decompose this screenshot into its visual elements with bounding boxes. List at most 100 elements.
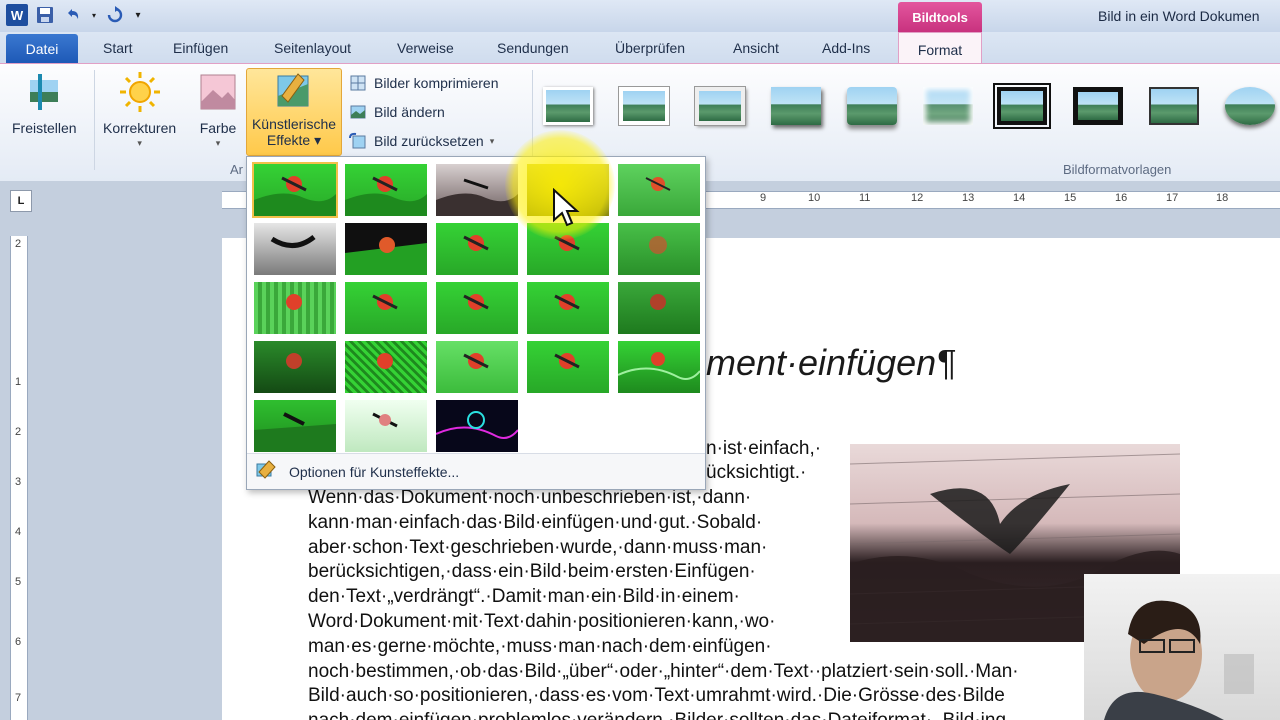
bilder-komprimieren-label: Bilder komprimieren xyxy=(374,75,499,91)
ruler-number: 14 xyxy=(1013,192,1026,204)
effect-leuchten-thumb[interactable] xyxy=(436,341,518,393)
kuenstlerische-label-1: Künstlerische xyxy=(251,116,337,132)
bild-zuruecksetzen-button[interactable]: Bild zurücksetzen ▾ xyxy=(348,131,494,151)
ribbon-separator xyxy=(94,70,95,170)
effect-folie-thumb[interactable] xyxy=(618,341,700,393)
effect-markierung-thumb[interactable] xyxy=(345,164,427,216)
quick-access-toolbar: W ▾ ▾ xyxy=(6,4,144,26)
effect-pastell-thumb[interactable] xyxy=(527,282,609,334)
artistic-options-icon xyxy=(255,460,277,483)
picture-style-thumb[interactable] xyxy=(921,84,975,128)
tab-add-ins[interactable]: Add-Ins xyxy=(822,40,870,56)
window-title: Bild in ein Word Dokumen xyxy=(1098,8,1260,24)
ruler-number: 13 xyxy=(962,192,975,204)
tab-ansicht[interactable]: Ansicht xyxy=(733,40,779,56)
picture-style-thumb[interactable] xyxy=(1223,84,1277,128)
korrekturen-label: Korrekturen xyxy=(103,120,177,136)
ruler-number: 15 xyxy=(1064,192,1077,204)
picture-style-thumb[interactable] xyxy=(1147,84,1201,128)
picture-style-thumb[interactable] xyxy=(1071,84,1125,128)
bilder-komprimieren-button[interactable]: Bilder komprimieren xyxy=(348,73,498,93)
picture-style-thumb[interactable] xyxy=(993,83,1051,129)
vertical-ruler[interactable]: 2 1 2 3 4 5 6 7 xyxy=(10,236,28,720)
ruler-number: 3 xyxy=(15,476,22,488)
freistellen-icon xyxy=(22,70,66,114)
effect-schwarz-thumb[interactable] xyxy=(345,223,427,275)
tab-einfuegen[interactable]: Einfügen xyxy=(173,40,228,56)
bild-aendern-button[interactable]: Bild ändern xyxy=(348,102,445,122)
tab-start[interactable]: Start xyxy=(103,40,133,56)
picture-style-thumb[interactable] xyxy=(541,84,595,128)
effect-plastik-thumb[interactable] xyxy=(618,282,700,334)
effect-zement-thumb[interactable] xyxy=(345,341,427,393)
effect-textur-thumb[interactable] xyxy=(254,341,336,393)
tab-verweise[interactable]: Verweise xyxy=(397,40,454,56)
redo-icon[interactable] xyxy=(104,4,126,26)
ruler-number: 18 xyxy=(1216,192,1229,204)
kuenstlerische-label-2: Effekte ▾ xyxy=(266,132,322,148)
customize-qat-icon[interactable]: ▾ xyxy=(132,4,144,26)
mouse-cursor-icon xyxy=(552,187,580,231)
ruler-number: 5 xyxy=(15,576,22,588)
kunsteffekte-options-button[interactable]: Optionen für Kunsteffekte... xyxy=(247,453,705,489)
compress-icon xyxy=(348,73,368,93)
picture-style-thumb[interactable] xyxy=(693,84,747,128)
chevron-down-icon: ▾ xyxy=(215,138,221,148)
effect-kreide-thumb[interactable] xyxy=(618,164,700,216)
tab-datei[interactable]: Datei xyxy=(6,34,78,64)
kuenstlerische-effekte-content[interactable]: Künstlerische Effekte ▾ xyxy=(248,70,340,148)
effect-fotokopie-thumb[interactable] xyxy=(345,400,427,452)
effect-raster-thumb[interactable] xyxy=(254,282,336,334)
ruler-number: 12 xyxy=(911,192,924,204)
text-line-partial: n·ist·einfach,· xyxy=(706,438,822,459)
chevron-down-icon: ▾ xyxy=(489,135,495,146)
sun-icon xyxy=(118,70,162,114)
chevron-down-icon: ▾ xyxy=(137,138,142,148)
effect-grau-thumb[interactable] xyxy=(254,223,336,275)
text-line: noch·bestimmen,·ob·das·Bild·„über“·oder·… xyxy=(308,660,1019,682)
effect-glaettung-thumb[interactable] xyxy=(345,282,427,334)
document-heading: ment·einfügen¶ xyxy=(706,342,956,383)
effect-none-thumb[interactable] xyxy=(252,162,338,218)
artistic-effects-icon xyxy=(272,70,316,114)
effect-ausschneiden-thumb[interactable] xyxy=(254,400,336,452)
kuenstlerische-label-2-text: Effekte xyxy=(266,132,311,148)
text-line: nach·dem·einfügen·problemlos·verändern.·… xyxy=(308,709,1098,720)
picture-style-thumb[interactable] xyxy=(769,84,823,128)
korrekturen-button[interactable]: Korrekturen ▾ xyxy=(103,70,176,149)
tab-selector[interactable]: L xyxy=(10,190,32,212)
effect-aquarell-thumb[interactable] xyxy=(436,223,518,275)
title-bar: W ▾ ▾ Bildtools Bild in ein Word Dokumen xyxy=(0,0,1280,32)
farbe-icon xyxy=(196,70,240,114)
ruler-number: 2 xyxy=(15,426,22,438)
webcam-overlay xyxy=(1084,574,1280,720)
tab-ueberpruefen[interactable]: Überprüfen xyxy=(615,40,685,56)
effect-neon-thumb[interactable] xyxy=(436,400,518,452)
save-icon[interactable] xyxy=(34,4,56,26)
effect-weichzeichner-thumb[interactable] xyxy=(618,223,700,275)
tab-sendungen[interactable]: Sendungen xyxy=(497,40,569,56)
picture-style-thumb[interactable] xyxy=(845,84,899,128)
effect-kopie-thumb[interactable] xyxy=(436,282,518,334)
text-line-partial: ücksichtigt.· xyxy=(706,462,807,483)
picture-style-thumb[interactable] xyxy=(617,84,671,128)
undo-dropdown-icon[interactable]: ▾ xyxy=(90,4,98,26)
bild-zuruecksetzen-label: Bild zurücksetzen xyxy=(374,133,484,149)
tab-format[interactable]: Format xyxy=(898,32,982,66)
farbe-label: Farbe xyxy=(199,120,237,136)
ruler-number: 4 xyxy=(15,526,22,538)
artistic-effects-gallery: Optionen für Kunsteffekte... xyxy=(246,156,706,490)
group-label-bildformatvorlagen: Bildformatvorlagen xyxy=(1063,162,1172,177)
tab-seitenlayout[interactable]: Seitenlayout xyxy=(274,40,351,56)
ruler-number: 2 xyxy=(15,238,22,250)
ruler-number: 10 xyxy=(808,192,821,204)
freistellen-button[interactable]: Freistellen xyxy=(12,70,77,136)
word-logo-icon[interactable]: W xyxy=(6,4,28,26)
farbe-button[interactable]: Farbe ▾ xyxy=(196,70,240,149)
effect-mosaik-thumb[interactable] xyxy=(527,341,609,393)
undo-icon[interactable] xyxy=(62,4,84,26)
text-line: Bild·auch·so·positionieren,·dass·es·vom·… xyxy=(308,685,1005,707)
change-picture-icon xyxy=(348,102,368,122)
group-label-anpassen: Ar xyxy=(230,162,243,177)
kunsteffekte-options-label: Optionen für Kunsteffekte... xyxy=(289,463,460,480)
